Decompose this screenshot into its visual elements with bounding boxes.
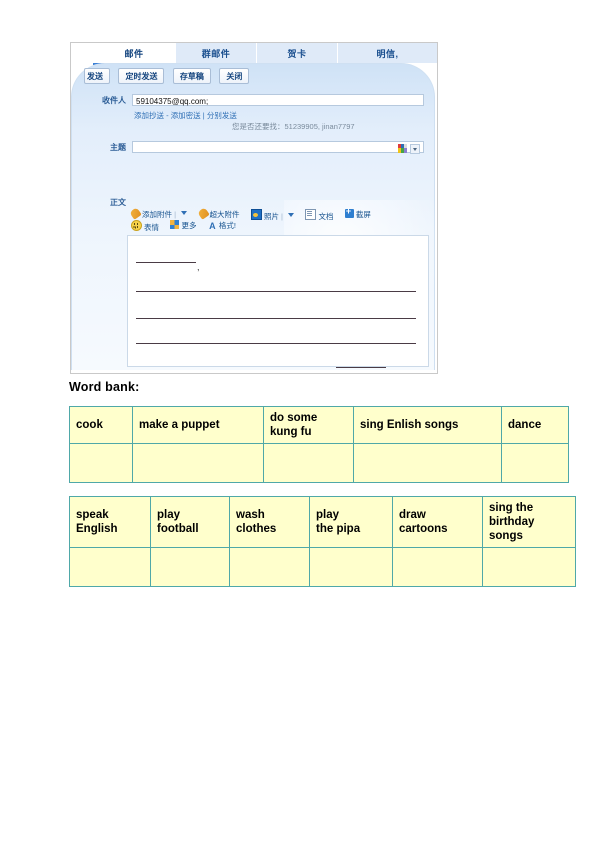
format-text-icon: A <box>209 221 216 231</box>
tab-greeting-card[interactable]: 贺卡 <box>257 43 338 63</box>
photo-caret-icon[interactable] <box>288 213 294 217</box>
table-row <box>69 547 576 588</box>
table-row: speak English play football wash clothes… <box>69 495 576 549</box>
subject-input[interactable] <box>132 141 424 154</box>
word-cell-do-some-kung-fu: do some kung fu <box>263 405 354 445</box>
compose-action-buttons: 发送 定时发送 存草稿 关闭 <box>84 68 253 86</box>
photo-label: 照片 <box>263 212 279 221</box>
format-label: 格式! <box>218 221 236 230</box>
recipient-input[interactable]: 59104375@qq.com; <box>132 94 424 106</box>
word-bank-table-1: cook make a puppet do some kung fu sing … <box>69 405 569 484</box>
writing-blank-line-3 <box>136 343 416 344</box>
answer-cell-4[interactable] <box>353 443 502 484</box>
add-bcc-link[interactable]: 添加密送 <box>171 111 201 120</box>
sublink-separator-pipe: | <box>202 111 205 120</box>
word-cell-play-the-pipa: play the pipa <box>309 495 393 549</box>
recipient-label: 收件人 <box>102 96 126 105</box>
smiley-icon <box>131 220 142 231</box>
word-cell-cook: cook <box>69 405 133 445</box>
word-cell-make-a-puppet: make a puppet <box>132 405 264 445</box>
tab-postcard[interactable]: 明信, <box>338 43 437 63</box>
screenshot-label: 截屏 <box>355 210 371 219</box>
more-grid-icon <box>170 220 180 229</box>
mail-tab-bar: 邮件 群邮件 贺卡 明信, <box>71 43 437 65</box>
paperclip-icon <box>129 207 142 220</box>
answer-cell-5[interactable] <box>392 547 483 588</box>
stationery-grid-icon[interactable] <box>398 144 420 154</box>
format-button[interactable]: A 格式! <box>208 220 236 231</box>
subject-label: 主题 <box>110 143 126 152</box>
tab-compose-mail[interactable]: 邮件 <box>93 43 176 65</box>
toolbar-row-1: 添加附件 | 超大附件 照片 | 文档 截屏 <box>129 206 431 222</box>
screenshot-icon <box>344 206 354 218</box>
email-screenshot-figure: 邮件 群邮件 贺卡 明信, 发送 定时发送 存草稿 关闭 收件人 5910437… <box>70 42 438 374</box>
large-attachment-button[interactable]: 超大附件 <box>196 207 240 220</box>
word-bank-title: Word bank: <box>69 380 140 394</box>
body-editor[interactable]: , <box>127 235 429 368</box>
more-button[interactable]: 更多 <box>170 220 196 231</box>
screenshot-button[interactable]: 截屏 <box>344 206 371 220</box>
word-cell-wash-clothes: wash clothes <box>229 495 310 549</box>
body-label: 正文 <box>110 198 126 207</box>
answer-cell-3[interactable] <box>229 547 310 588</box>
mail-client-window: 邮件 群邮件 贺卡 明信, 发送 定时发送 存草稿 关闭 收件人 5910437… <box>71 43 437 373</box>
signature-blank-line <box>336 367 386 368</box>
word-cell-sing-the-birthday-songs: sing the birthday songs <box>482 495 576 549</box>
more-label: 更多 <box>181 221 197 230</box>
contact-suggestion-text: 您是否还要找：51239905, jinan7797 <box>232 122 355 131</box>
answer-cell-3[interactable] <box>263 443 354 484</box>
add-attachment-label: 添加附件 <box>142 210 172 219</box>
add-attachment-button[interactable]: 添加附件 | <box>129 207 188 220</box>
document-label: 文档 <box>318 212 334 221</box>
photo-icon <box>250 209 262 220</box>
writing-blank-line-2 <box>136 318 416 319</box>
large-attachment-label: 超大附件 <box>209 210 240 219</box>
send-separately-link[interactable]: 分别发送 <box>207 111 237 120</box>
paperclip-icon <box>196 207 210 220</box>
document-button[interactable]: 文档 <box>305 209 333 222</box>
answer-cell-4[interactable] <box>309 547 393 588</box>
answer-cell-1[interactable] <box>69 547 151 588</box>
word-cell-play-football: play football <box>150 495 230 549</box>
recipient-sublinks: 添加抄送 - 添加密送 | 分别发送 <box>134 111 237 121</box>
writing-blank-line-1 <box>136 291 416 292</box>
compose-toolbar: 添加附件 | 超大附件 照片 | 文档 截屏 表情 <box>129 206 431 233</box>
emoji-label: 表情 <box>144 223 159 232</box>
word-cell-draw-cartoons: draw cartoons <box>392 495 483 549</box>
emoji-button[interactable]: 表情 <box>131 220 159 233</box>
word-cell-dance: dance <box>501 405 569 445</box>
send-button[interactable]: 发送 <box>84 68 110 84</box>
table-row <box>69 443 569 484</box>
answer-cell-6[interactable] <box>482 547 576 588</box>
close-button[interactable]: 关闭 <box>219 68 250 84</box>
tab-group-mail[interactable]: 群邮件 <box>176 43 257 63</box>
document-icon <box>305 209 317 220</box>
answer-cell-5[interactable] <box>501 443 569 484</box>
save-draft-button[interactable]: 存草稿 <box>172 68 211 84</box>
word-bank-table-2: speak English play football wash clothes… <box>69 495 576 588</box>
table-row: cook make a puppet do some kung fu sing … <box>69 405 569 445</box>
salutation-comma: , <box>197 262 200 272</box>
word-cell-speak-english: speak English <box>69 495 151 549</box>
answer-cell-1[interactable] <box>69 443 133 484</box>
scheduled-send-button[interactable]: 定时发送 <box>118 68 165 84</box>
add-attachment-caret-icon[interactable] <box>181 211 188 215</box>
answer-cell-2[interactable] <box>150 547 230 588</box>
sublink-separator-dash: - <box>166 111 169 120</box>
salutation-blank-line <box>136 262 196 263</box>
stationery-swatch <box>398 144 407 153</box>
add-cc-link[interactable]: 添加抄送 <box>134 111 164 120</box>
word-cell-sing-enlish-songs: sing Enlish songs <box>353 405 502 445</box>
answer-cell-2[interactable] <box>132 443 264 484</box>
photo-button[interactable]: 照片 | <box>250 209 294 222</box>
stationery-dropdown-arrow-icon[interactable] <box>410 144 420 154</box>
